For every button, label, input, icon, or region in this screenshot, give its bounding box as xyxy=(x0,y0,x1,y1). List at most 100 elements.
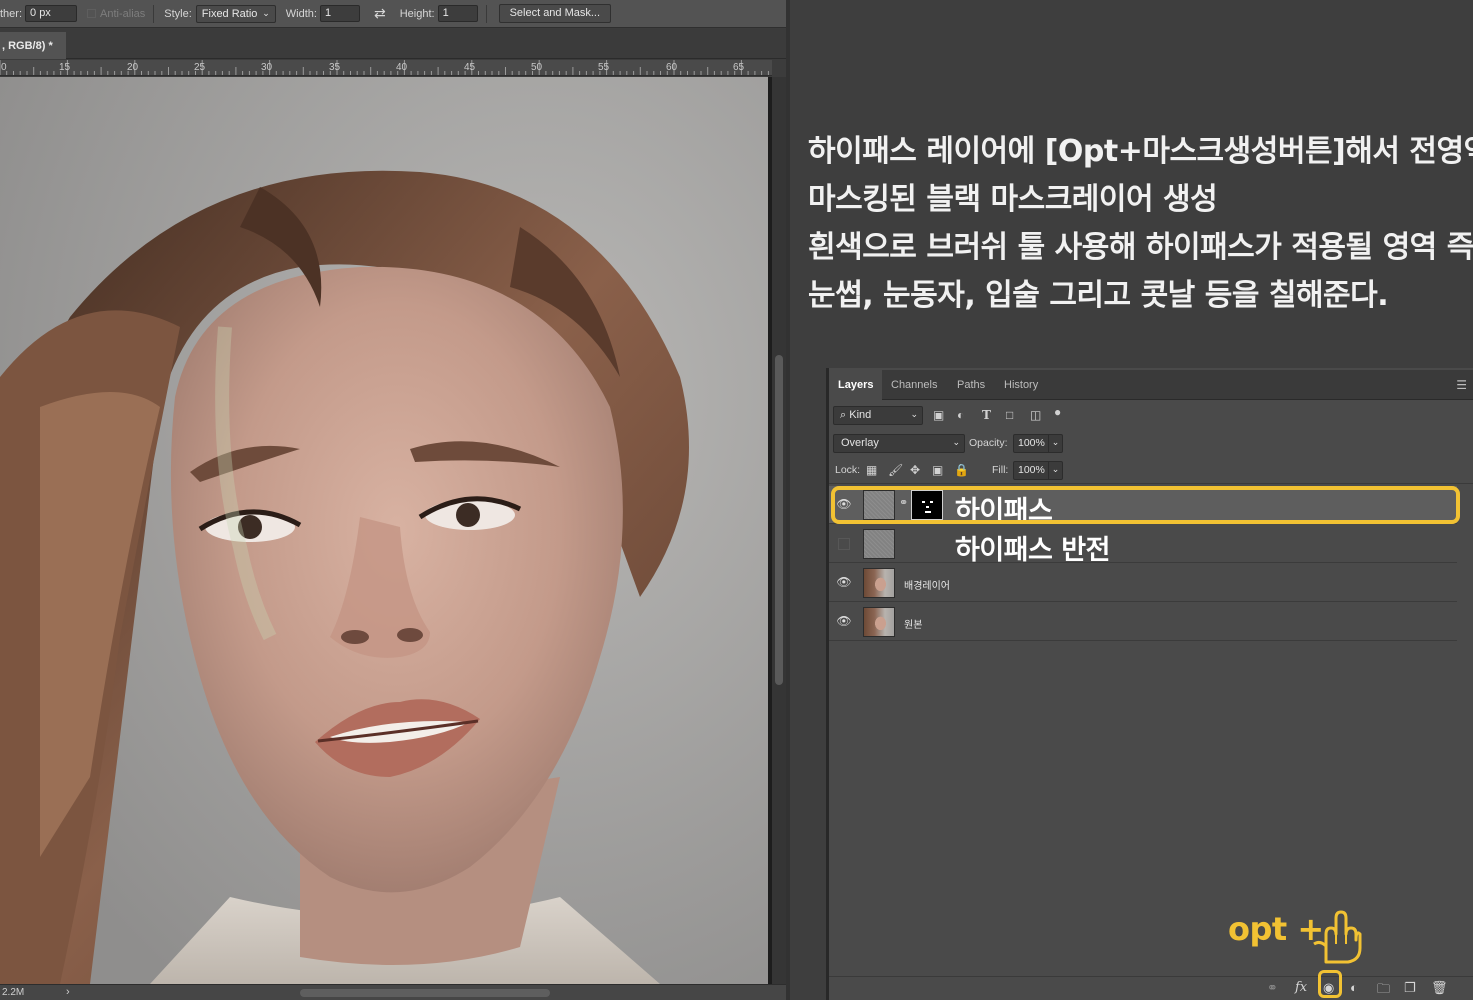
filter-row: ⌕ Kind ⌄ ▣ ◐ T □ ◫ ● xyxy=(829,404,1473,430)
visibility-toggle-off[interactable] xyxy=(838,538,850,550)
layers-panel: Layers Channels Paths History ☰ ⌕ Kind ⌄… xyxy=(829,368,1473,1000)
shape-layer-filter-icon[interactable]: □ xyxy=(1006,408,1013,422)
panel-tab-bar: Layers Channels Paths History ☰ xyxy=(829,370,1473,400)
height-input[interactable]: 1 xyxy=(437,5,478,22)
chevron-down-icon: ⌄ xyxy=(910,409,918,419)
tab-layers[interactable]: Layers xyxy=(829,370,883,400)
instruction-text: 하이패스 레이어에 [Opt+마스크생성버튼]해서 전영역 마스킹된 블랙 마스… xyxy=(808,128,1473,320)
feather-input[interactable]: 0 px xyxy=(25,5,78,22)
eye-visibility-icon[interactable]: 👁 xyxy=(835,575,853,589)
ruler-label: 65 xyxy=(733,62,745,73)
status-menu-arrow[interactable]: › xyxy=(66,986,70,998)
ruler-label: 0 xyxy=(1,62,7,73)
mask-white-mark xyxy=(930,501,933,503)
smart-object-filter-icon[interactable]: ◫ xyxy=(1030,408,1041,422)
mask-white-mark xyxy=(922,501,925,503)
type-layer-filter-icon[interactable]: T xyxy=(982,408,991,422)
layer-row-highpass[interactable]: 👁 ⚭ 하이패스 xyxy=(829,486,1457,527)
trash-icon[interactable]: 🗑 xyxy=(1431,980,1448,996)
tab-channels[interactable]: Channels xyxy=(891,370,937,400)
width-label: Width: xyxy=(285,7,317,20)
photoshop-window: ther: 0 px Anti-alias Style: Fixed Ratio… xyxy=(0,0,1473,1000)
ruler-label: 20 xyxy=(127,62,139,73)
layer-thumbnail xyxy=(863,490,895,520)
chevron-down-icon: ⌄ xyxy=(262,8,270,18)
style-label: Style: xyxy=(164,7,192,20)
lock-position-move-icon[interactable]: ✥ xyxy=(910,463,920,477)
ruler-label: 40 xyxy=(396,62,408,73)
vertical-scrollbar[interactable] xyxy=(772,77,786,984)
layer-name[interactable]: 원본 xyxy=(904,616,922,631)
ruler-ticks xyxy=(0,60,769,75)
layer-thumbnail xyxy=(863,529,895,559)
layer-thumbnail xyxy=(863,607,895,637)
instruction-line: 하이패스 레이어에 [Opt+마스크생성버튼]해서 전영역 xyxy=(808,134,1473,169)
document-tab[interactable]: , RGB/8) * xyxy=(0,32,66,59)
instruction-line: 마스킹된 블랙 마스크레이어 생성 xyxy=(808,182,1218,217)
options-divider xyxy=(485,4,487,23)
layer-row-highpass-inverted[interactable]: 하이패스 반전 xyxy=(829,525,1457,566)
lock-artboard-icon[interactable]: ▣ xyxy=(932,463,943,477)
blend-row: Overlay ⌄ Opacity: 100% ⌄ xyxy=(829,431,1473,457)
swap-arrows-icon[interactable]: ⇄ xyxy=(374,5,386,22)
lock-all-icon[interactable]: 🔒 xyxy=(954,463,969,477)
horizontal-scroll-thumb[interactable] xyxy=(300,989,550,997)
fill-field[interactable]: 100% ⌄ xyxy=(1013,461,1063,480)
instruction-line: 흰색으로 브러쉬 툴 사용해 하이패스가 적용될 영역 즉, xyxy=(808,230,1473,265)
mask-link-chain-icon[interactable]: ⚭ xyxy=(899,496,908,509)
new-layer-icon[interactable]: ❐ xyxy=(1404,980,1416,996)
portrait-photo xyxy=(0,77,768,984)
layer-mask-thumbnail[interactable] xyxy=(911,490,943,520)
ruler-label: 60 xyxy=(666,62,678,73)
lock-paint-brush-icon[interactable]: 🖌 xyxy=(888,463,903,477)
width-input[interactable]: 1 xyxy=(319,5,360,22)
fill-value: 100% xyxy=(1018,464,1045,476)
status-doc-size: 2.2M xyxy=(2,987,25,998)
feather-label: ther: xyxy=(0,7,23,20)
filter-kind-select[interactable]: ⌕ Kind ⌄ xyxy=(833,406,923,425)
folder-group-icon[interactable]: 🗀 xyxy=(1377,980,1390,1000)
style-select[interactable]: Fixed Ratio ⌄ xyxy=(195,4,276,23)
filter-toggle-icon[interactable]: ● xyxy=(1054,405,1061,419)
panel-menu-icon[interactable]: ☰ xyxy=(1456,378,1467,392)
lock-transparency-icon[interactable]: ▦ xyxy=(866,463,877,477)
opacity-value: 100% xyxy=(1018,437,1045,449)
chevron-down-icon[interactable]: ⌄ xyxy=(1048,435,1062,452)
layer-name[interactable]: 배경레이어 xyxy=(904,577,950,592)
chevron-down-icon[interactable]: ⌄ xyxy=(1048,462,1062,479)
layer-row-background-copy[interactable]: 👁 배경레이어 xyxy=(829,564,1457,602)
adjustment-layer-icon[interactable]: ◐ xyxy=(1350,980,1358,995)
antialias-checkbox[interactable] xyxy=(87,9,97,18)
mask-white-mark xyxy=(925,511,931,513)
layer-name[interactable]: 하이패스 xyxy=(955,489,1053,528)
height-label: Height: xyxy=(399,7,435,20)
fx-effects-icon[interactable]: fx xyxy=(1295,980,1307,995)
options-bar: ther: 0 px Anti-alias Style: Fixed Ratio… xyxy=(0,0,790,28)
eye-visibility-icon[interactable]: 👁 xyxy=(835,497,853,511)
ruler-label: 45 xyxy=(464,62,476,73)
layer-name[interactable]: 하이패스 반전 xyxy=(955,528,1110,567)
instruction-line: 눈썹, 눈동자, 입술 그리고 콧날 등을 칠해준다. xyxy=(808,278,1389,313)
lock-label: Lock: xyxy=(835,464,861,476)
link-layers-icon[interactable]: ⚭ xyxy=(1267,980,1278,996)
pixel-layer-filter-icon[interactable]: ▣ xyxy=(933,408,944,422)
tab-history[interactable]: History xyxy=(1004,370,1038,400)
blend-mode-select[interactable]: Overlay ⌄ xyxy=(833,434,965,453)
filter-kind-value: Kind xyxy=(849,409,872,421)
ruler-label: 25 xyxy=(194,62,206,73)
tab-paths[interactable]: Paths xyxy=(957,370,985,400)
document-canvas[interactable] xyxy=(0,77,768,984)
pointing-hand-icon xyxy=(1313,910,1362,964)
ruler-label: 50 xyxy=(531,62,543,73)
blend-mode-value: Overlay xyxy=(841,437,879,449)
vertical-scroll-thumb[interactable] xyxy=(775,355,783,685)
eye-visibility-icon[interactable]: 👁 xyxy=(835,614,853,628)
layer-row-original[interactable]: 👁 원본 xyxy=(829,603,1457,641)
horizontal-ruler: 0 15 20 25 30 35 40 45 50 55 60 65 xyxy=(0,60,772,76)
antialias-label: Anti-alias xyxy=(100,7,146,20)
opacity-field[interactable]: 100% ⌄ xyxy=(1013,434,1063,453)
select-and-mask-button[interactable]: Select and Mask... xyxy=(498,4,612,23)
adjustment-layer-filter-icon[interactable]: ◐ xyxy=(957,408,964,422)
status-bar: 2.2M › xyxy=(0,984,790,1000)
ruler-label: 55 xyxy=(598,62,610,73)
